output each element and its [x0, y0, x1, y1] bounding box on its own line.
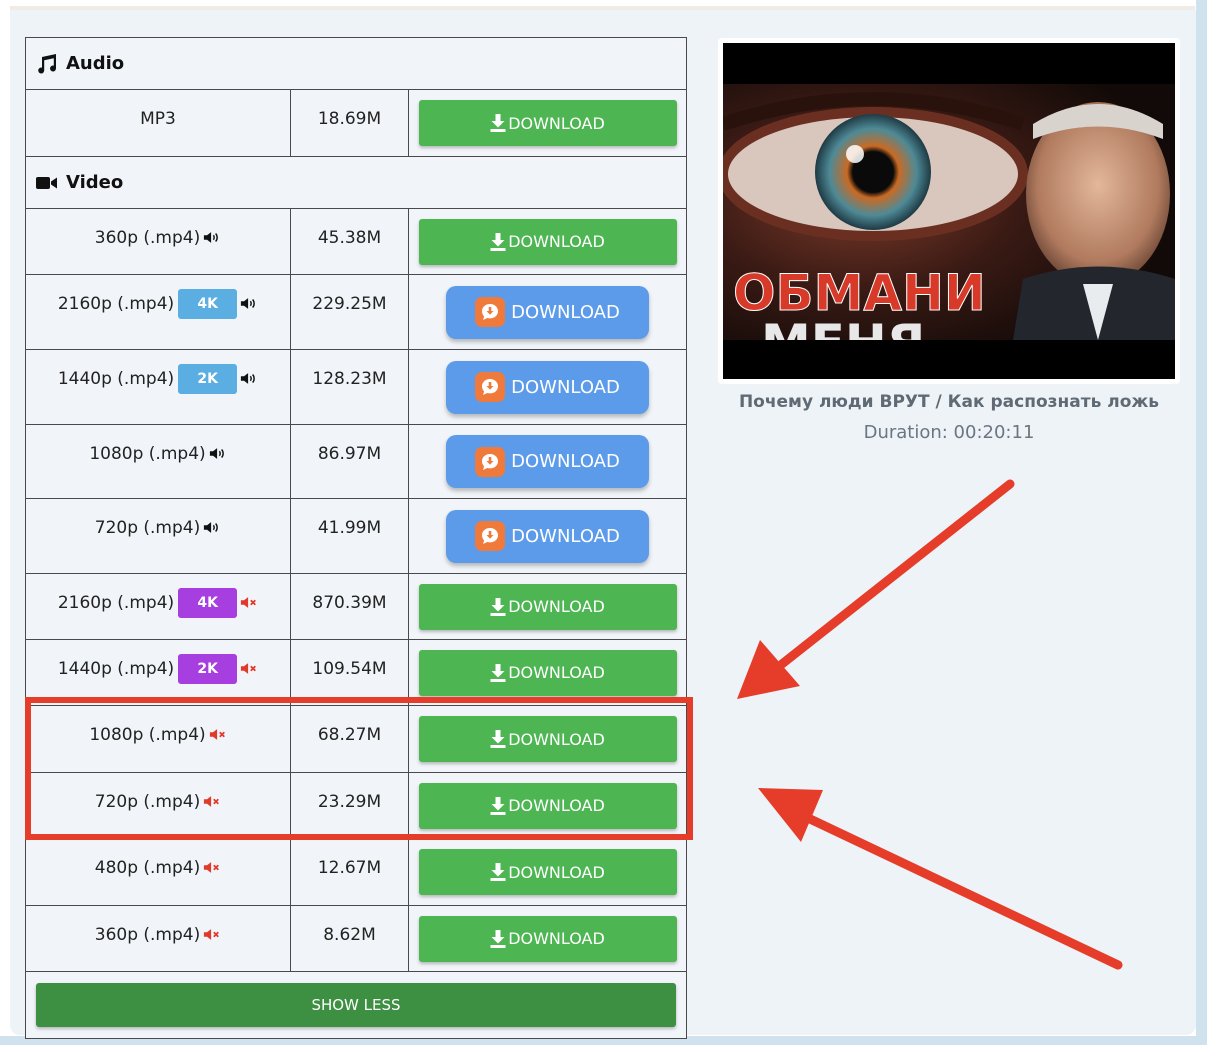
- table-row: 2160p (.mp4) 4K 229.25M DOWNLOAD: [26, 275, 686, 350]
- quality-badge: 4K: [178, 289, 238, 319]
- download-arrow-icon: [490, 233, 506, 251]
- table-row: 480p (.mp4) 12.67M DOWNLOAD: [26, 839, 686, 906]
- speaker-muted-icon: [240, 596, 258, 609]
- download-table: Audio MP3 18.69M DOWNLOAD Video 360p (.m…: [25, 37, 687, 1039]
- file-size: 109.54M: [291, 640, 409, 705]
- download-arrow-icon: [490, 114, 506, 132]
- format-label: 2160p (.mp4): [57, 294, 175, 314]
- right-border: [1196, 0, 1207, 1045]
- format-label: 360p (.mp4): [94, 925, 201, 945]
- speaker-muted-icon: [240, 662, 258, 675]
- download-button-1440p-muted[interactable]: DOWNLOAD: [418, 649, 677, 696]
- download-arrow-icon: [490, 930, 506, 948]
- thumbnail-headline-2: МЕНЯ: [761, 314, 925, 340]
- file-size: 18.69M: [291, 90, 409, 156]
- download-button-360p-muted[interactable]: DOWNLOAD: [418, 915, 677, 962]
- app-chat-icon: [475, 372, 506, 402]
- format-label: 360p (.mp4): [94, 228, 201, 248]
- quality-badge: 2K: [178, 364, 238, 394]
- file-size: 12.67M: [291, 839, 409, 905]
- download-button-480p-muted[interactable]: DOWNLOAD: [418, 849, 677, 895]
- app-download-button-720p[interactable]: DOWNLOAD: [446, 509, 649, 563]
- format-label: 1440p (.mp4): [57, 659, 175, 679]
- highlight-box: [25, 697, 693, 840]
- show-less-button[interactable]: SHOW LESS: [36, 983, 676, 1027]
- video-camera-icon: [36, 176, 57, 189]
- speaker-on-icon: [240, 372, 258, 385]
- format-label: MP3: [140, 109, 176, 129]
- download-arrow-icon: [490, 863, 506, 881]
- video-title: Почему люди ВРУТ / Как распознать ложь: [738, 392, 1160, 412]
- file-size: 870.39M: [291, 574, 409, 639]
- speaker-on-icon: [209, 447, 227, 460]
- video-section-label: Video: [66, 172, 124, 193]
- app-chat-icon: [475, 521, 506, 551]
- app-download-button-2160p[interactable]: DOWNLOAD: [446, 285, 649, 339]
- table-row: 360p (.mp4) 8.62M DOWNLOAD: [26, 906, 686, 972]
- page-frame: Audio MP3 18.69M DOWNLOAD Video 360p (.m…: [0, 0, 1207, 1045]
- download-button-360p-audio[interactable]: DOWNLOAD: [418, 218, 677, 265]
- video-thumbnail[interactable]: ОБМАНИ МЕНЯ: [723, 43, 1175, 379]
- format-label: 1440p (.mp4): [57, 369, 175, 389]
- video-section-header: Video: [26, 157, 686, 209]
- app-download-button-1440p[interactable]: DOWNLOAD: [446, 360, 649, 414]
- speaker-muted-icon: [203, 861, 221, 874]
- table-row: 720p (.mp4) 41.99M DOWNLOAD: [26, 499, 686, 574]
- quality-badge: 2K: [178, 654, 238, 684]
- audio-section-label: Audio: [66, 53, 125, 74]
- app-chat-icon: [475, 297, 506, 327]
- speaker-muted-icon: [203, 928, 221, 941]
- download-arrow-icon: [490, 664, 506, 682]
- download-button-2160p-muted[interactable]: DOWNLOAD: [418, 583, 677, 630]
- format-label: 720p (.mp4): [94, 518, 201, 538]
- format-label: 480p (.mp4): [94, 858, 201, 878]
- speaker-on-icon: [203, 231, 221, 244]
- music-note-icon: [38, 53, 56, 73]
- show-less-row: SHOW LESS: [26, 972, 686, 1038]
- speaker-on-icon: [240, 297, 258, 310]
- download-button-mp3[interactable]: DOWNLOAD: [418, 100, 677, 146]
- quality-badge: 4K: [178, 588, 238, 618]
- speaker-on-icon: [203, 521, 221, 534]
- thumbnail-image: ОБМАНИ МЕНЯ: [723, 84, 1175, 340]
- file-size: 41.99M: [291, 499, 409, 573]
- format-label: 1080p (.mp4): [89, 444, 206, 464]
- table-row: 360p (.mp4) 45.38M DOWNLOAD: [26, 209, 686, 275]
- app-chat-icon: [475, 446, 506, 477]
- video-thumbnail-card: ОБМАНИ МЕНЯ: [718, 38, 1180, 384]
- table-row: 1440p (.mp4) 2K 128.23M DOWNLOAD: [26, 350, 686, 425]
- file-size: 8.62M: [291, 906, 409, 971]
- file-size: 128.23M: [291, 350, 409, 424]
- file-size: 229.25M: [291, 275, 409, 349]
- video-duration: Duration: 00:20:11: [863, 422, 1035, 443]
- table-row: 1080p (.mp4) 86.97M DOWNLOAD: [26, 425, 686, 499]
- app-download-button-1080p[interactable]: DOWNLOAD: [446, 435, 649, 488]
- file-size: 45.38M: [291, 209, 409, 274]
- audio-section-header: Audio: [26, 38, 686, 90]
- format-label: 2160p (.mp4): [57, 593, 175, 613]
- download-arrow-icon: [490, 598, 506, 616]
- table-row: MP3 18.69M DOWNLOAD: [26, 90, 686, 157]
- file-size: 86.97M: [291, 425, 409, 498]
- table-row: 2160p (.mp4) 4K 870.39M DOWNLOAD: [26, 574, 686, 640]
